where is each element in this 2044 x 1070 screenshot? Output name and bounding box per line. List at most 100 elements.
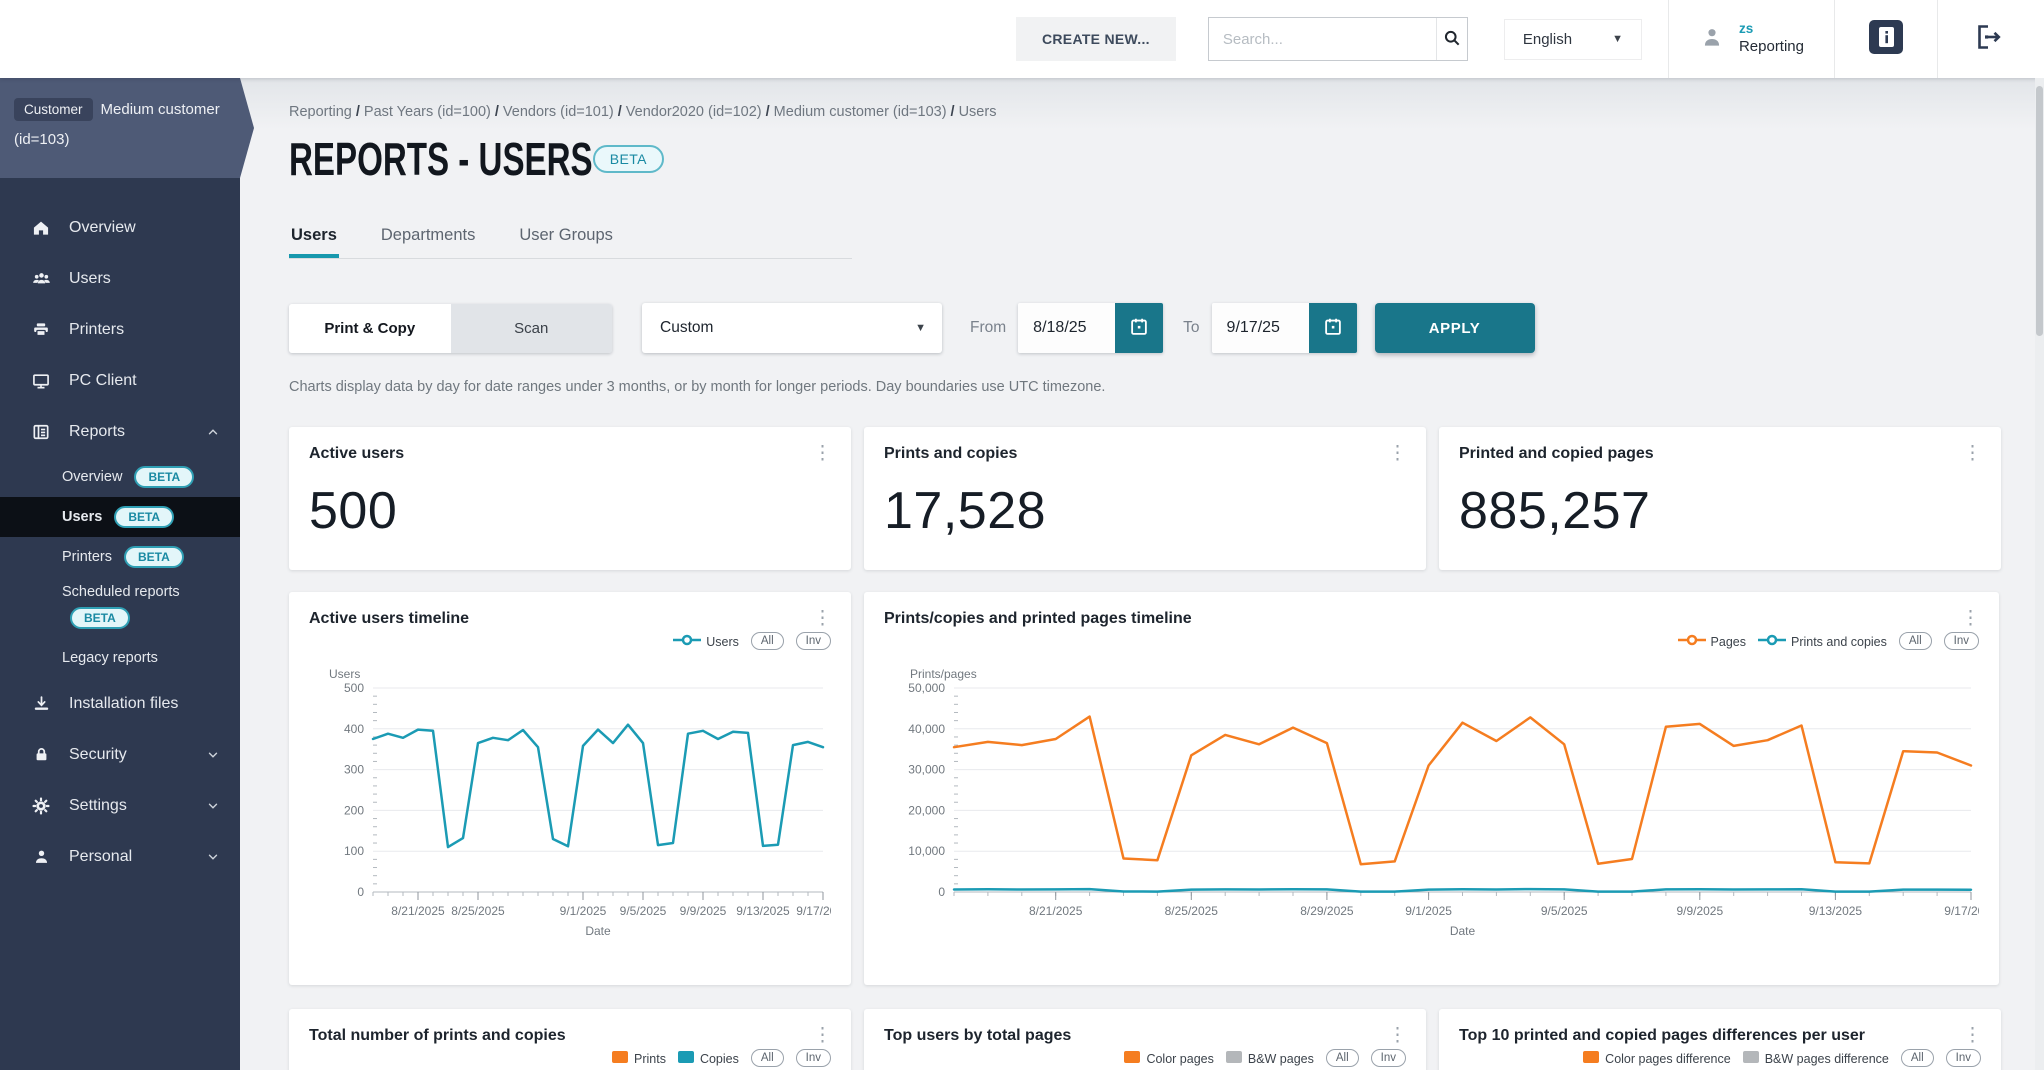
customer-badge: Customer (14, 98, 93, 121)
kebab-menu-icon[interactable]: ⋮ (813, 609, 832, 628)
svg-text:8/29/2025: 8/29/2025 (1300, 904, 1354, 918)
legend-inv-pill[interactable]: Inv (795, 1049, 831, 1067)
search-icon (1442, 28, 1462, 51)
breadcrumb-item-current: Users (958, 104, 997, 120)
tab-user-groups[interactable]: User Groups (517, 216, 615, 258)
kebab-menu-icon[interactable]: ⋮ (1961, 609, 1980, 628)
from-date-input[interactable] (1018, 303, 1116, 353)
kebab-menu-icon[interactable]: ⋮ (813, 444, 832, 463)
language-value: English (1522, 30, 1573, 48)
language-select[interactable]: English ▼ (1503, 18, 1642, 60)
sidebar-subitem-reports-overview[interactable]: Overview BETA (0, 457, 240, 497)
legend-inv-pill[interactable]: Inv (795, 632, 831, 650)
kebab-menu-icon[interactable]: ⋮ (1388, 1026, 1407, 1045)
svg-text:0: 0 (938, 885, 945, 899)
svg-text:9/13/2025: 9/13/2025 (736, 904, 790, 918)
breadcrumb-item[interactable]: Vendor2020 (id=102) (626, 104, 762, 120)
kebab-menu-icon[interactable]: ⋮ (1963, 444, 1982, 463)
sidebar-item-pc-client[interactable]: PC Client (0, 355, 240, 406)
sidebar-item-users[interactable]: Users (0, 253, 240, 304)
apply-button[interactable]: APPLY (1374, 303, 1535, 353)
breadcrumb-item[interactable]: Vendors (id=101) (503, 104, 614, 120)
sidebar-item-security[interactable]: Security (0, 729, 240, 780)
from-calendar-button[interactable] (1115, 303, 1164, 353)
help-button[interactable] (1835, 19, 1937, 59)
stat-value: 500 (309, 482, 398, 540)
vertical-scrollbar[interactable] (2035, 78, 2044, 1070)
sidebar-item-installation-files[interactable]: Installation files (0, 678, 240, 729)
breadcrumb-item[interactable]: Reporting (289, 104, 352, 120)
kebab-menu-icon[interactable]: ⋮ (1388, 444, 1407, 463)
sidebar-item-overview[interactable]: Overview (0, 202, 240, 253)
sidebar-subitem-scheduled-reports[interactable]: Scheduled reports BETA (0, 577, 240, 638)
lock-icon (30, 745, 52, 764)
search-input[interactable] (1208, 18, 1436, 60)
legend-inv-pill[interactable]: Inv (1945, 1049, 1981, 1067)
user-icon (1699, 24, 1725, 55)
to-calendar-button[interactable] (1308, 303, 1357, 353)
svg-text:0: 0 (357, 885, 364, 899)
kebab-menu-icon[interactable]: ⋮ (813, 1026, 832, 1045)
top-bar: CREATE NEW... English ▼ zs Reporting (0, 0, 2044, 78)
sidebar-subitem-legacy-reports[interactable]: Legacy reports (0, 638, 240, 678)
card-title: Total number of prints and copies (309, 1027, 566, 1044)
tab-bar: Users Departments User Groups (289, 216, 852, 259)
user-menu[interactable]: zs Reporting (1669, 21, 1834, 57)
svg-text:50,000: 50,000 (908, 681, 945, 695)
sidebar-item-reports[interactable]: Reports (0, 406, 240, 457)
create-new-button[interactable]: CREATE NEW... (1015, 17, 1176, 61)
legend-inv-pill[interactable]: Inv (1943, 632, 1979, 650)
prints-pages-timeline-card: Prints/copies and printed pages timeline… (864, 592, 1999, 985)
sidebar-subitem-reports-users[interactable]: Users BETA (0, 497, 240, 537)
beta-badge: BETA (114, 506, 175, 528)
sidebar-item-label: Security (69, 745, 127, 763)
sidebar-subitem-reports-printers[interactable]: Printers BETA (0, 537, 240, 577)
date-range-select[interactable]: Custom ▼ (642, 303, 942, 353)
logout-button[interactable] (1938, 22, 2036, 57)
to-date-input[interactable] (1211, 303, 1309, 353)
legend-all-pill[interactable]: All (1898, 632, 1932, 650)
legend-inv-pill[interactable]: Inv (1370, 1049, 1406, 1067)
printer-icon (30, 320, 52, 340)
legend-all-pill[interactable]: All (1900, 1049, 1934, 1067)
sidebar-item-label: Reports (69, 422, 126, 440)
tab-departments[interactable]: Departments (379, 216, 477, 258)
scrollbar-thumb[interactable] (2036, 86, 2043, 336)
scan-toggle[interactable]: Scan (450, 303, 612, 353)
line-marker-icon (673, 634, 702, 646)
timezone-note: Charts display data by day for date rang… (289, 379, 1106, 395)
beta-badge: BETA (134, 466, 195, 488)
kebab-menu-icon[interactable]: ⋮ (1963, 1026, 1982, 1045)
swatch-icon (1742, 1050, 1759, 1063)
user-initials: zs (1738, 21, 1754, 37)
search-button[interactable] (1435, 18, 1467, 60)
user-name: Reporting (1738, 38, 1804, 56)
active-users-timeline-card: Active users timeline ⋮ Users All Inv 0 1… (289, 592, 851, 985)
gear-icon (30, 796, 52, 816)
legend-all-pill[interactable]: All (750, 1049, 784, 1067)
breadcrumb-item[interactable]: Medium customer (id=103) (774, 104, 947, 120)
breadcrumb-item[interactable]: Past Years (id=100) (364, 104, 491, 120)
sidebar-item-label: Installation files (69, 694, 179, 712)
svg-text:500: 500 (344, 681, 364, 695)
print-copy-toggle[interactable]: Print & Copy (289, 303, 451, 353)
card-title: Active users (309, 445, 405, 462)
stat-value: 17,528 (884, 482, 1047, 540)
svg-text:10,000: 10,000 (908, 844, 945, 858)
swatch-icon (677, 1050, 694, 1063)
legend-all-pill[interactable]: All (750, 632, 784, 650)
card-title: Printed and copied pages (1459, 445, 1654, 462)
legend-all-pill[interactable]: All (1325, 1049, 1359, 1067)
sidebar-item-printers[interactable]: Printers (0, 304, 240, 355)
documentation-book-icon (1869, 19, 1903, 59)
sidebar-item-personal[interactable]: Personal (0, 831, 240, 882)
sidebar-item-label: Overview (69, 218, 136, 236)
tab-users[interactable]: Users (289, 216, 339, 258)
sidebar-item-settings[interactable]: Settings (0, 780, 240, 831)
subitem-label: Scheduled reports (62, 584, 180, 600)
swatch-icon (612, 1050, 628, 1063)
svg-text:8/21/2025: 8/21/2025 (1029, 904, 1083, 918)
subitem-label: Printers (62, 549, 112, 565)
prints-pages-chart: 0 10,000 20,000 30,000 40,000 50,000 8/21/2025… (884, 662, 1979, 940)
home-icon (30, 218, 52, 238)
